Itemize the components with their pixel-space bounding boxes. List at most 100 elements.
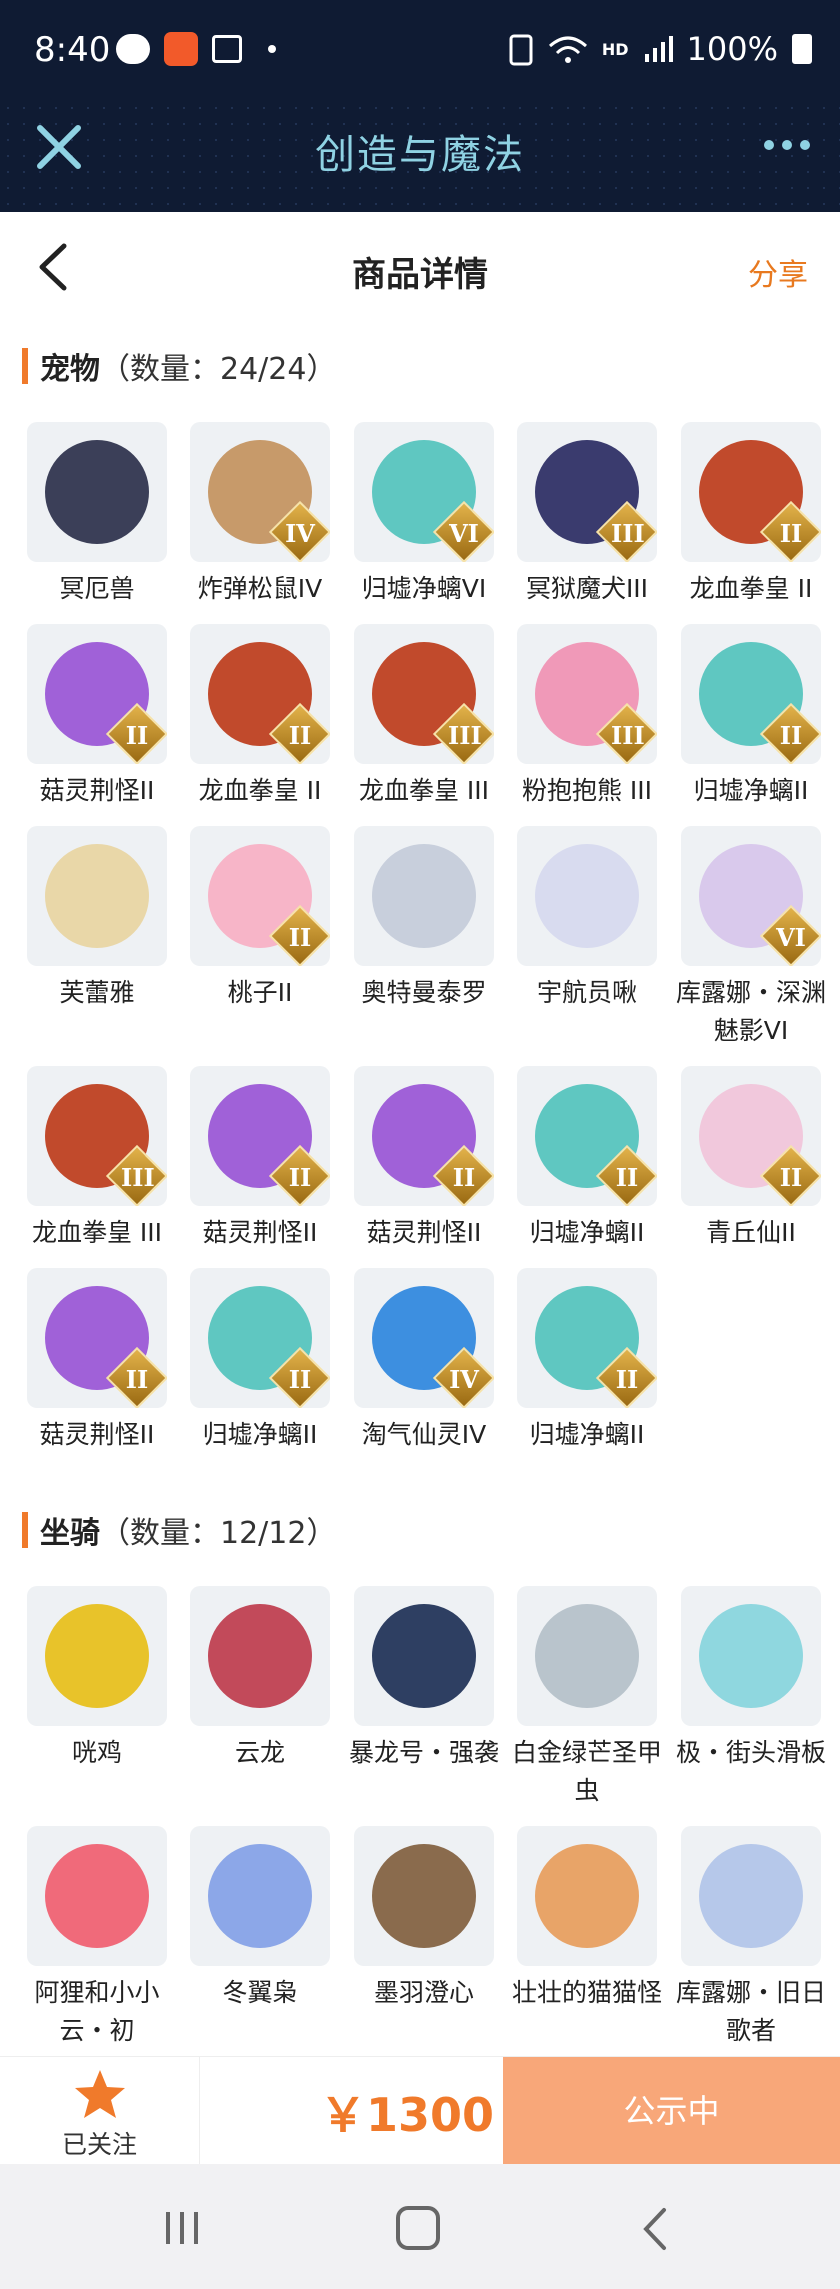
item-figure-icon: [535, 1844, 639, 1948]
item-figure-icon: [45, 1604, 149, 1708]
item-thumbnail: VI: [354, 422, 494, 562]
item-name: 菇灵荆怪II: [366, 1218, 482, 1247]
item-name: 冥厄兽: [59, 574, 135, 603]
mounts-count: （数量：12/12）: [100, 1516, 337, 1551]
item-name: 极・街头滑板: [676, 1738, 827, 1767]
item-name: 菇灵荆怪II: [39, 1420, 155, 1449]
item-card[interactable]: IV 炸弹松鼠IV: [185, 422, 335, 608]
item-card[interactable]: 芙蕾雅: [22, 826, 172, 1012]
item-card[interactable]: 咣鸡: [22, 1586, 172, 1772]
tier-badge-label: II: [288, 721, 312, 750]
item-figure-icon: [535, 844, 639, 948]
tier-badge-label: II: [125, 721, 149, 750]
item-card[interactable]: II 桃子II: [185, 826, 335, 1012]
item-name: 阿狸和小小云・初: [34, 1978, 160, 2045]
item-figure-icon: [208, 1604, 312, 1708]
item-card[interactable]: 白金绿芒圣甲虫: [512, 1586, 662, 1810]
item-card[interactable]: 宇航员啾: [512, 826, 662, 1012]
price: ￥1300: [320, 2088, 495, 2142]
item-card[interactable]: 阿狸和小小云・初: [22, 1826, 172, 2050]
item-card[interactable]: II 菇灵荆怪II: [22, 1268, 172, 1454]
tier-badge-label: III: [611, 519, 645, 548]
item-name: 归墟净螭II: [202, 1420, 318, 1449]
item-card[interactable]: II 归墟净螭II: [676, 624, 826, 810]
system-back-icon[interactable]: [640, 2206, 670, 2252]
item-card[interactable]: II 龙血拳皇 II: [676, 422, 826, 608]
item-card[interactable]: 冥厄兽: [22, 422, 172, 608]
item-thumbnail: II: [681, 624, 821, 764]
item-name: 奥特曼泰罗: [361, 978, 487, 1007]
item-name: 龙血拳皇 II: [689, 574, 813, 603]
item-card[interactable]: II 青丘仙II: [676, 1066, 826, 1252]
home-icon[interactable]: [396, 2206, 440, 2250]
item-name: 龙血拳皇 III: [358, 776, 490, 805]
item-card[interactable]: III 粉抱抱熊 III: [512, 624, 662, 810]
item-card[interactable]: VI 库露娜・深渊魅影VI: [676, 826, 826, 1050]
item-name: 冬翼枭: [222, 1978, 298, 2007]
tier-badge-label: II: [288, 1163, 312, 1192]
page-title: 商品详情: [352, 255, 488, 295]
item-card[interactable]: 极・街头滑板: [676, 1586, 826, 1772]
item-thumbnail: III: [27, 1066, 167, 1206]
item-card[interactable]: IV 淘气仙灵IV: [349, 1268, 499, 1454]
battery-saver-icon: [509, 34, 533, 66]
item-figure-icon: [535, 1604, 639, 1708]
item-name: 青丘仙II: [706, 1218, 796, 1247]
item-thumbnail: III: [354, 624, 494, 764]
item-card[interactable]: II 归墟净螭II: [512, 1268, 662, 1454]
item-card[interactable]: III 龙血拳皇 III: [22, 1066, 172, 1252]
item-card[interactable]: II 菇灵荆怪II: [349, 1066, 499, 1252]
recent-apps-icon[interactable]: [162, 2208, 202, 2248]
item-card[interactable]: 奥特曼泰罗: [349, 826, 499, 1012]
item-card[interactable]: 云龙: [185, 1586, 335, 1772]
item-card[interactable]: III 冥狱魔犬III: [512, 422, 662, 608]
item-card[interactable]: 暴龙号・强袭: [349, 1586, 499, 1772]
status-time: 8:40: [34, 30, 111, 70]
item-figure-icon: [45, 844, 149, 948]
item-card[interactable]: VI 归墟净螭VI: [349, 422, 499, 608]
item-thumbnail: II: [517, 1268, 657, 1408]
item-card[interactable]: 墨羽澄心: [349, 1826, 499, 2012]
item-name: 墨羽澄心: [373, 1978, 474, 2007]
tier-badge-label: II: [288, 1365, 312, 1394]
item-thumbnail: [517, 1586, 657, 1726]
tier-badge-label: VI: [449, 519, 479, 548]
item-card[interactable]: II 归墟净螭II: [512, 1066, 662, 1252]
public-notice-button[interactable]: 公示中: [503, 2057, 840, 2165]
share-button[interactable]: 分享: [748, 250, 808, 294]
item-name: 宇航员啾: [536, 978, 637, 1007]
item-card[interactable]: III 龙血拳皇 III: [349, 624, 499, 810]
tier-badge-label: II: [125, 1365, 149, 1394]
item-card[interactable]: 库露娜・旧日歌者: [676, 1826, 826, 2050]
item-name: 库露娜・深渊魅影VI: [676, 978, 827, 1045]
follow-button[interactable]: 已关注: [0, 2057, 200, 2165]
pets-section-title: 宠物 （数量：24/24）: [22, 346, 336, 387]
tier-badge-label: II: [615, 1365, 639, 1394]
app-notification-icon: [164, 32, 198, 66]
item-thumbnail: [681, 1586, 821, 1726]
more-icon[interactable]: [764, 140, 810, 150]
pets-title: 宠物: [40, 352, 100, 387]
item-card[interactable]: II 菇灵荆怪II: [185, 1066, 335, 1252]
item-card[interactable]: II 龙血拳皇 II: [185, 624, 335, 810]
item-name: 菇灵荆怪II: [39, 776, 155, 805]
item-figure-icon: [208, 1844, 312, 1948]
item-thumbnail: II: [354, 1066, 494, 1206]
item-thumbnail: II: [681, 1066, 821, 1206]
system-icons: HD 100%: [508, 30, 812, 68]
item-thumbnail: II: [681, 422, 821, 562]
page-header: 商品详情 分享: [0, 212, 840, 322]
item-name: 芙蕾雅: [59, 978, 135, 1007]
item-thumbnail: [681, 1826, 821, 1966]
star-icon: [75, 2070, 125, 2118]
item-card[interactable]: II 归墟净螭II: [185, 1268, 335, 1454]
tier-badge-label: III: [611, 721, 645, 750]
item-card[interactable]: 壮壮的猫猫怪: [512, 1826, 662, 2012]
item-name: 云龙: [234, 1738, 285, 1767]
bottom-action-bar: 已关注 ￥1300 公示中: [0, 2056, 840, 2165]
item-card[interactable]: 冬翼枭: [185, 1826, 335, 2012]
item-name: 桃子II: [227, 978, 293, 1007]
item-name: 冥狱魔犬III: [525, 574, 649, 603]
item-card[interactable]: II 菇灵荆怪II: [22, 624, 172, 810]
item-name: 咣鸡: [71, 1738, 122, 1767]
